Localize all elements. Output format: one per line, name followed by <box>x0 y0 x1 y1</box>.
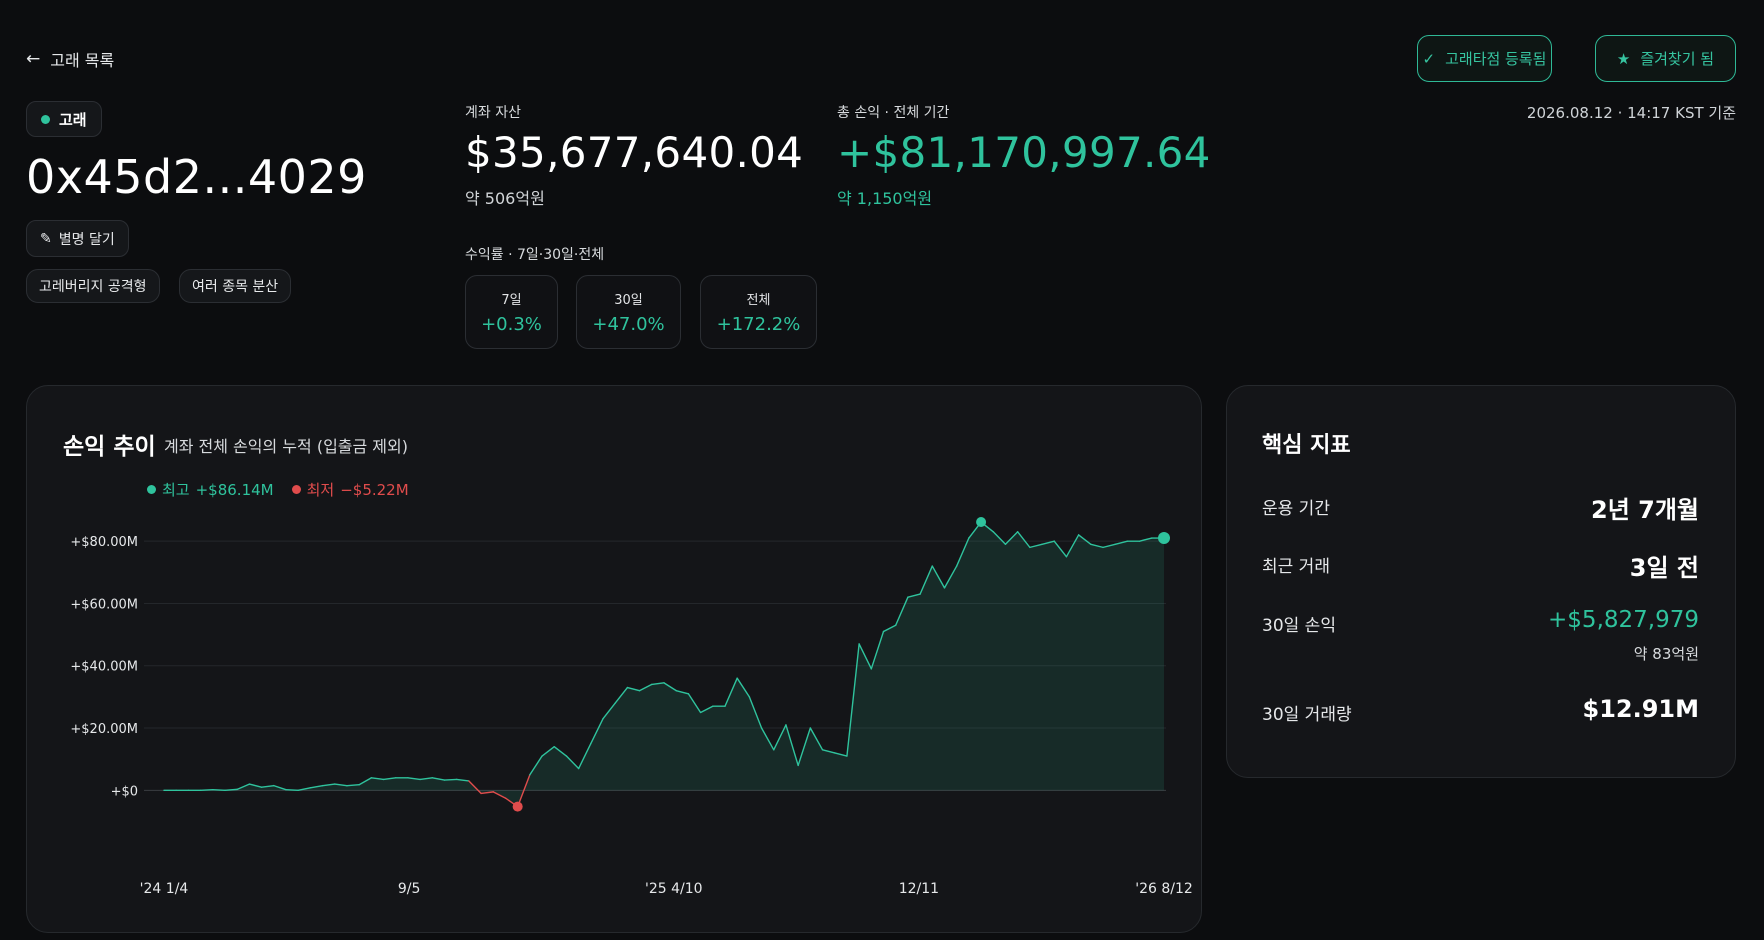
y-tick-label: +$40.00M <box>70 660 138 675</box>
return-value: +47.0% <box>592 314 665 335</box>
asset-value: $35,677,640.04 <box>465 128 804 177</box>
pnl-line-segment <box>212 788 226 792</box>
y-tick-label: +$0 <box>111 784 138 799</box>
last-point-marker <box>1158 532 1170 545</box>
favorite-button[interactable]: ★ 즐겨찾기 됨 <box>1595 35 1736 82</box>
metrics-title: 핵심 지표 <box>1262 433 1351 458</box>
return-value: +0.3% <box>481 314 542 335</box>
metric-label-duration: 운용 기간 <box>1262 499 1330 519</box>
pnl-line-segment <box>285 788 299 792</box>
return-card-30d: 30일 +47.0% <box>576 275 681 349</box>
metric-value-last-trade: 3일 전 <box>1629 554 1699 582</box>
pencil-icon: ✎ <box>40 230 52 247</box>
metric-label-30d-pnl: 30일 손익 <box>1262 616 1336 636</box>
asset-label: 계좌 자산 <box>465 105 521 121</box>
metric-label-30d-volume: 30일 거래량 <box>1262 705 1352 725</box>
x-tick-label: '24 1/4 <box>140 881 189 897</box>
pnl-krw: 약 1,150억원 <box>837 189 933 208</box>
pnl-line-segment <box>443 778 458 781</box>
return-card-all: 전체 +172.2% <box>700 275 817 349</box>
metric-value-duration: 2년 7개월 <box>1591 496 1699 524</box>
metric-label-last-trade: 최근 거래 <box>1262 557 1330 577</box>
chart-title: 손익 추이 <box>63 434 156 460</box>
legend-low: 최저 −$5.22M <box>291 479 409 500</box>
min-point-marker <box>512 801 523 812</box>
star-icon: ★ <box>1616 49 1631 68</box>
dp-button-label: 고래타점 등록됨 <box>1445 50 1547 68</box>
low-dot-icon <box>291 485 301 494</box>
pnl-label: 총 손익 · 전체 기간 <box>837 105 950 121</box>
legend-high-value: +$86.14M <box>195 480 274 499</box>
legend-low-value: −$5.22M <box>340 480 409 499</box>
return-period: 30일 <box>614 293 643 308</box>
timestamp: 2026.08.12 · 14:17 KST 기준 <box>1526 104 1736 122</box>
max-point-marker <box>976 517 987 528</box>
asset-krw: 약 506억원 <box>465 189 545 208</box>
add-nickname-button[interactable]: ✎ 별명 달기 <box>26 220 129 257</box>
legend-high: 최고 +$86.14M <box>147 479 274 500</box>
return-period: 7일 <box>501 293 522 308</box>
x-tick-label: '25 4/10 <box>645 881 703 897</box>
x-tick-label: 12/11 <box>899 881 939 897</box>
high-dot-icon <box>147 485 156 494</box>
metric-value-30d-pnl: +$5,827,979 <box>1548 607 1699 633</box>
pnl-area <box>164 522 1164 807</box>
pnl-line-segment <box>224 788 238 792</box>
chart-subtitle: 계좌 전체 손익의 누적 (입출금 제외) <box>164 437 408 456</box>
nickname-button-label: 별명 달기 <box>58 231 115 248</box>
pnl-chart: +$0 +$20.00M +$40.00M +$60.00M +$80.00M '24 1… <box>70 517 1193 897</box>
legend-low-label: 최저 <box>306 481 335 499</box>
return-card-7d: 7일 +0.3% <box>465 275 558 349</box>
x-tick-label: 9/5 <box>398 881 421 897</box>
whale-badge: 고래 <box>26 101 102 137</box>
metric-value-30d-volume: $12.91M <box>1582 695 1700 723</box>
return-period: 전체 <box>746 293 771 308</box>
pnl-value: +$81,170,997.64 <box>837 128 1211 177</box>
wallet-address: 0x45d2...4029 <box>26 150 367 204</box>
return-value: +172.2% <box>716 314 801 335</box>
pnl-line-segment <box>346 784 360 787</box>
tag-high-leverage: 고레버리지 공격형 <box>26 269 160 303</box>
back-to-whale-list[interactable]: ← 고래 목록 <box>26 47 114 71</box>
fav-button-label: 즐겨찾기 됨 <box>1640 50 1715 68</box>
returns-label: 수익률 · 7일·30일·전체 <box>465 247 605 263</box>
back-label: 고래 목록 <box>50 51 115 70</box>
y-tick-label: +$80.00M <box>70 535 138 550</box>
legend-high-label: 최고 <box>162 481 190 499</box>
chart-legend: 최고 +$86.14M 최저 −$5.22M <box>147 479 409 500</box>
pnl-line-segment <box>199 788 214 792</box>
check-icon: ✓ <box>1422 49 1436 68</box>
tag-diversified: 여러 종목 분산 <box>179 269 292 303</box>
status-dot-icon <box>41 114 50 124</box>
metric-sub-30d-pnl: 약 83억원 <box>1633 645 1699 663</box>
arrow-left-icon: ← <box>26 49 41 69</box>
y-tick-label: +$60.00M <box>70 597 138 612</box>
y-tick-label: +$20.00M <box>70 722 138 737</box>
x-tick-label: '26 8/12 <box>1135 881 1193 897</box>
dp-registered-button[interactable]: ✓ 고래타점 등록됨 <box>1417 35 1552 82</box>
whale-badge-label: 고래 <box>59 110 87 129</box>
